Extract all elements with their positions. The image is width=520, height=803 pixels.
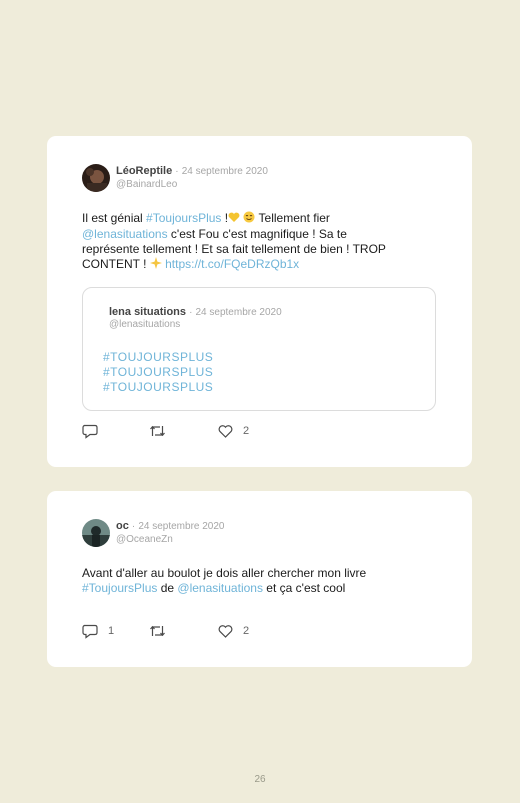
quoted-author-name[interactable]: lena situations	[109, 306, 186, 318]
heart-icon	[218, 424, 233, 438]
action-bar: 1 2	[82, 623, 282, 639]
author-name[interactable]: oc	[116, 520, 129, 532]
tweet-text: Avant d'aller au boulot je dois aller ch…	[82, 566, 402, 596]
hashtag-link[interactable]: #TOUJOURSPLUS	[103, 365, 213, 380]
mention-link[interactable]: @lenasituations	[82, 227, 168, 241]
separator-dot: ·	[189, 307, 193, 318]
sparkles-emoji	[149, 257, 162, 273]
tweet-card: LéoReptile · 24 septembre 2020 @BainardL…	[47, 136, 472, 467]
author-handle: @BainardLeo	[116, 179, 178, 190]
reply-icon	[82, 424, 98, 439]
quoted-handle: @lenasituations	[109, 319, 181, 330]
tweet-card: oc · 24 septembre 2020 @OceaneZn Avant d…	[47, 491, 472, 667]
heart-icon	[218, 624, 233, 638]
text-segment: Tellement fier	[255, 211, 330, 225]
action-bar: 2	[82, 423, 282, 439]
hashtag-link[interactable]: #TOUJOURSPLUS	[103, 350, 213, 365]
reply-button[interactable]: 1	[82, 623, 114, 639]
text-segment: !	[221, 211, 229, 225]
like-button[interactable]: 2	[218, 623, 249, 639]
separator-dot: ·	[131, 521, 136, 532]
text-segment: Il est génial	[82, 211, 147, 225]
avatar[interactable]	[82, 519, 110, 547]
author-line: LéoReptile · 24 septembre 2020	[116, 165, 268, 177]
avatar[interactable]	[82, 164, 110, 192]
hashtag-link[interactable]: #ToujoursPlus	[82, 581, 157, 595]
retweet-icon	[149, 624, 166, 638]
quoted-text: #TOUJOURSPLUS #TOUJOURSPLUS #TOUJOURSPLU…	[103, 350, 213, 395]
author-name[interactable]: LéoReptile	[116, 165, 172, 177]
text-segment: Avant d'aller au boulot je dois aller ch…	[82, 566, 367, 580]
url-link[interactable]: https://t.co/FQeDRzQb1x	[165, 257, 299, 271]
yellow-heart-emoji	[228, 212, 240, 227]
reply-count: 1	[108, 625, 115, 637]
text-segment: de	[157, 581, 178, 595]
hashtag-link[interactable]: #TOUJOURSPLUS	[103, 380, 213, 395]
quoted-tweet[interactable]: lena situations · 24 septembre 2020 @len…	[82, 287, 436, 411]
like-count: 2	[243, 425, 250, 437]
tweet-text: Il est génial #ToujoursPlus ! Tellement …	[82, 211, 402, 273]
reply-button[interactable]	[82, 423, 108, 439]
retweet-button[interactable]	[149, 623, 166, 639]
smiling-face-emoji	[243, 211, 255, 227]
quoted-date: 24 septembre 2020	[195, 307, 282, 318]
author-line: oc · 24 septembre 2020	[116, 520, 224, 532]
like-count: 2	[243, 625, 250, 637]
hashtag-link[interactable]: #ToujoursPlus	[146, 211, 221, 225]
page-number: 26	[254, 774, 266, 785]
author-handle: @OceaneZn	[116, 534, 173, 545]
retweet-icon	[149, 424, 166, 438]
tweet-date: 24 septembre 2020	[138, 521, 225, 532]
separator-dot: ·	[175, 166, 179, 177]
text-segment: et ça c'est cool	[262, 581, 346, 595]
like-button[interactable]: 2	[218, 423, 249, 439]
mention-link[interactable]: @lenasituations	[177, 581, 263, 595]
retweet-button[interactable]	[149, 423, 166, 439]
reply-icon	[82, 624, 98, 639]
tweet-date: 24 septembre 2020	[181, 166, 268, 177]
quoted-author-line: lena situations · 24 septembre 2020	[109, 306, 282, 318]
